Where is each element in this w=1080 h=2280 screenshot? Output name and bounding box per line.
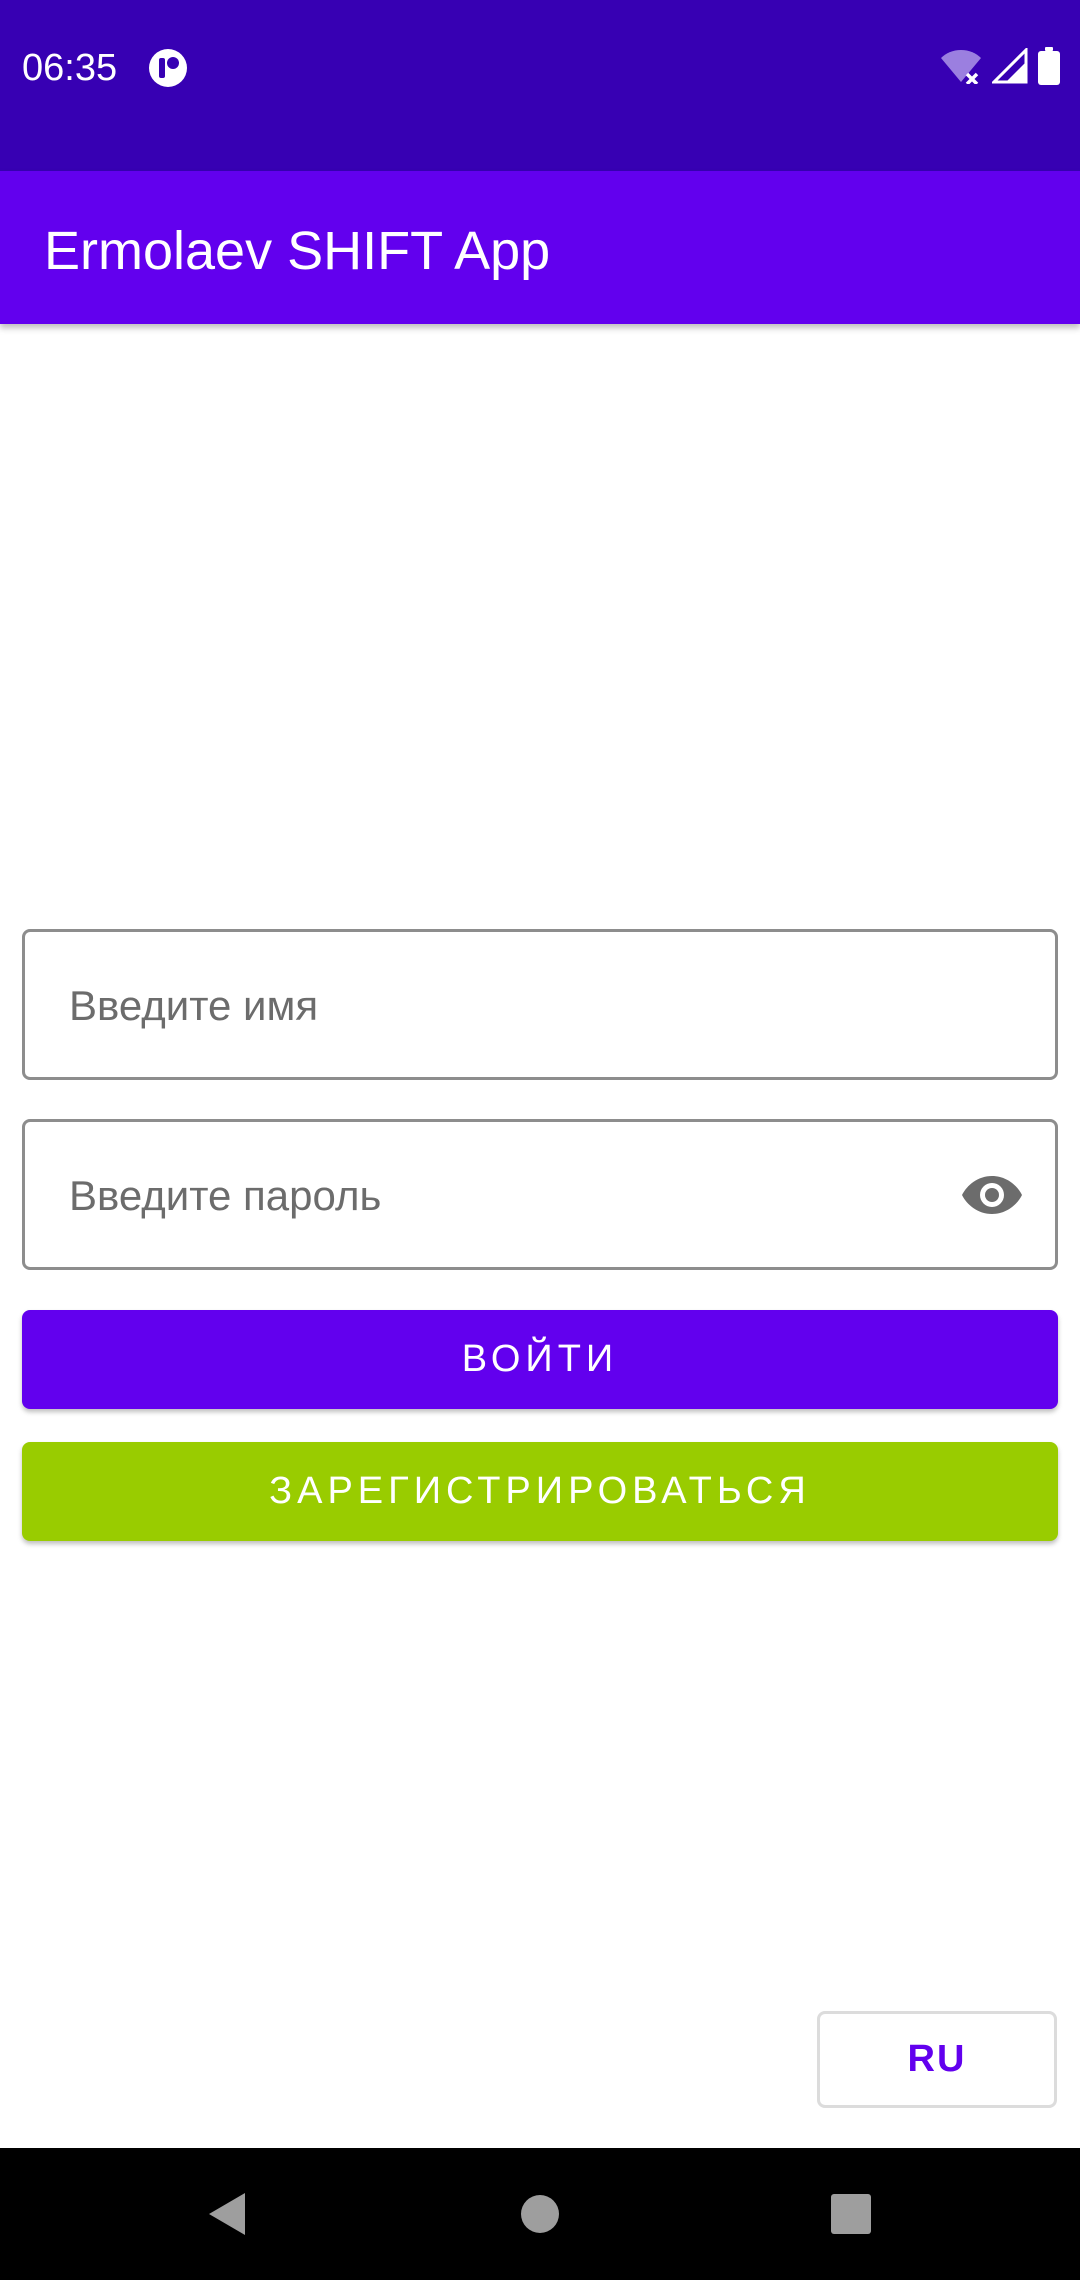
status-time: 06:35	[22, 47, 118, 89]
signal-icon	[990, 45, 1028, 89]
name-input[interactable]	[67, 932, 951, 1079]
app-notification-icon	[148, 48, 188, 88]
battery-icon	[1038, 46, 1060, 90]
status-icons	[940, 45, 1060, 90]
eye-icon[interactable]	[959, 1162, 1025, 1228]
app-bar: Ermolaev SHIFT App	[0, 171, 1080, 324]
name-field[interactable]	[22, 929, 1058, 1080]
password-field[interactable]	[22, 1119, 1058, 1270]
home-icon[interactable]	[460, 2148, 620, 2280]
recents-icon[interactable]	[771, 2148, 931, 2280]
language-button[interactable]: RU	[817, 2011, 1057, 2108]
wifi-off-icon	[940, 48, 982, 89]
screen: 06:35 Ermolaev SHIFT App Введите имя ВОЙ…	[0, 0, 1080, 2280]
back-icon[interactable]	[147, 2148, 307, 2280]
navigation-bar	[0, 2148, 1080, 2280]
status-bar: 06:35	[0, 0, 1080, 171]
register-button[interactable]: ЗАРЕГИСТРИРОВАТЬСЯ	[22, 1442, 1058, 1541]
app-title: Ermolaev SHIFT App	[44, 221, 551, 281]
login-button[interactable]: ВОЙТИ	[22, 1310, 1058, 1409]
password-input[interactable]	[67, 1122, 951, 1269]
